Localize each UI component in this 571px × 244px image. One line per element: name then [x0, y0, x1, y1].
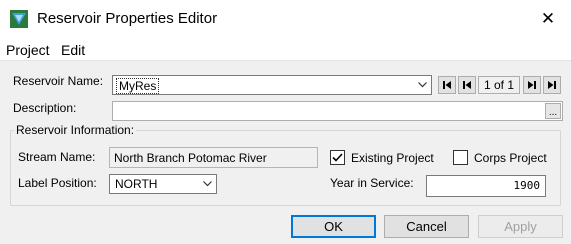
- reservoir-information-label: Reservoir Information:: [14, 123, 137, 137]
- description-label: Description:: [13, 101, 77, 115]
- description-browse-button[interactable]: ...: [545, 103, 561, 119]
- record-counter: 1 of 1: [478, 76, 520, 94]
- last-record-button[interactable]: [543, 76, 561, 94]
- corps-project-checkbox[interactable]: [453, 150, 468, 165]
- last-icon: [548, 81, 556, 89]
- cancel-button[interactable]: Cancel: [384, 215, 469, 238]
- existing-project-checkbox[interactable]: [330, 150, 345, 165]
- menu-project[interactable]: Project: [6, 42, 50, 58]
- year-in-service-label: Year in Service:: [330, 176, 414, 190]
- reservoir-name-label: Reservoir Name:: [13, 74, 104, 88]
- checkmark-icon: [332, 153, 343, 162]
- year-in-service-field[interactable]: 1900: [426, 175, 546, 197]
- stream-name-label: Stream Name:: [18, 150, 96, 164]
- apply-button[interactable]: Apply: [478, 215, 563, 238]
- first-record-button[interactable]: [438, 76, 456, 94]
- window-title: Reservoir Properties Editor: [37, 10, 218, 27]
- corps-project-label[interactable]: Corps Project: [474, 151, 547, 165]
- menu-edit[interactable]: Edit: [61, 42, 85, 58]
- first-icon: [443, 81, 451, 89]
- existing-project-label[interactable]: Existing Project: [351, 151, 434, 165]
- title-bar: Reservoir Properties Editor ✕: [0, 0, 571, 38]
- next-record-button[interactable]: [523, 76, 541, 94]
- description-field[interactable]: ...: [112, 101, 563, 121]
- close-button[interactable]: ✕: [525, 0, 571, 38]
- chevron-down-icon[interactable]: [199, 175, 216, 193]
- next-icon: [528, 81, 536, 89]
- app-icon: [10, 10, 28, 28]
- menu-bar: Project Edit: [0, 38, 571, 61]
- chevron-down-icon[interactable]: [414, 76, 431, 94]
- label-position-select[interactable]: NORTH: [109, 174, 217, 194]
- close-icon: ✕: [540, 9, 556, 28]
- reservoir-name-combo[interactable]: MyRes: [112, 75, 432, 95]
- ok-button[interactable]: OK: [291, 215, 376, 238]
- previous-record-button[interactable]: [458, 76, 476, 94]
- previous-icon: [463, 81, 471, 89]
- reservoir-properties-dialog: Reservoir Properties Editor ✕ Project Ed…: [0, 0, 571, 244]
- label-position-value: NORTH: [115, 177, 158, 191]
- reservoir-name-value: MyRes: [116, 78, 160, 94]
- label-position-label: Label Position:: [18, 176, 97, 190]
- stream-name-field: North Branch Potomac River: [109, 147, 318, 168]
